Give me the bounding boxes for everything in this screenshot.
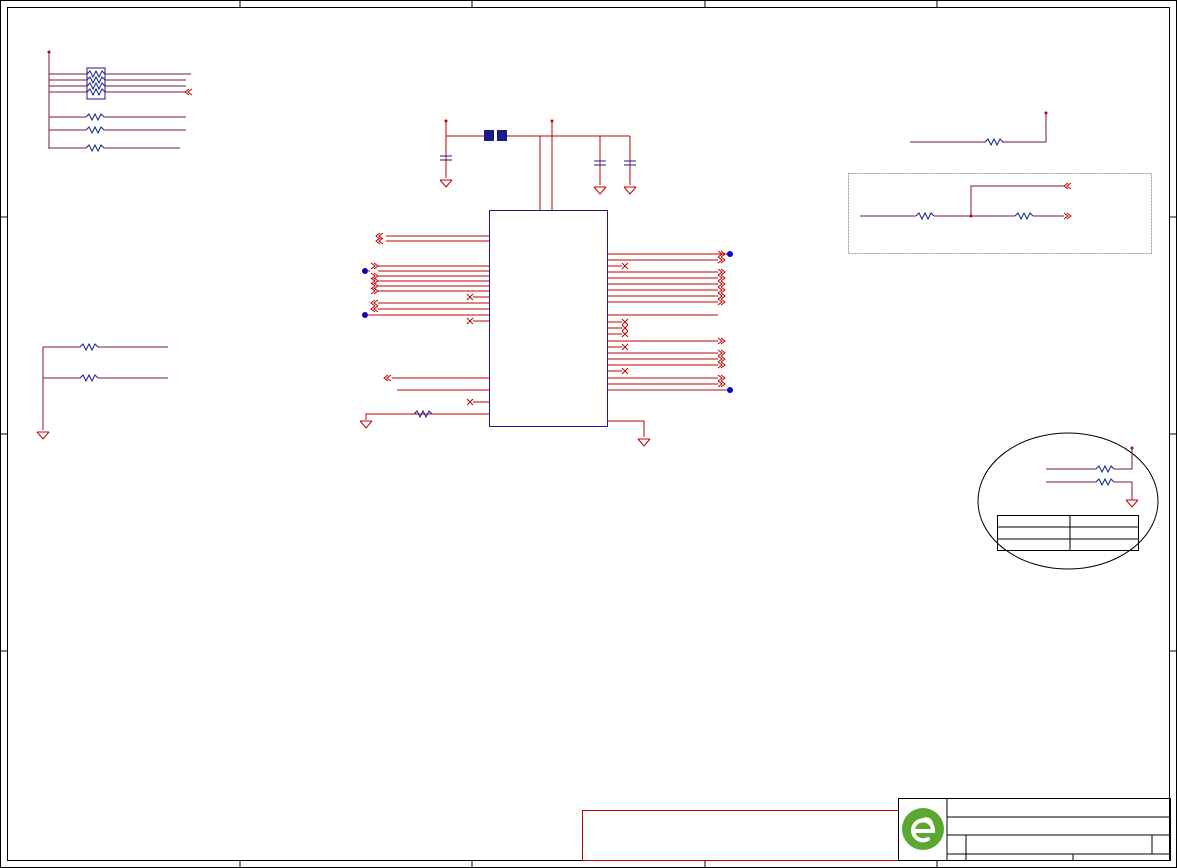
resistor-icon — [1014, 212, 1034, 220]
resistor-icon — [984, 138, 1004, 146]
main-ic — [489, 210, 608, 427]
resistor-icon — [85, 144, 105, 152]
ground-icon — [637, 438, 651, 447]
resistor-icon — [85, 113, 105, 121]
power-input-section — [439, 119, 637, 211]
ic-left-pins — [359, 232, 489, 429]
resistor-icon — [915, 212, 935, 220]
resistor-icon — [85, 126, 105, 134]
divider-box — [848, 173, 1152, 254]
pullup-top-right — [910, 111, 1048, 146]
strap-option-circle — [977, 432, 1159, 570]
junction-dot — [727, 387, 733, 393]
title-block — [898, 798, 1171, 861]
ic-body — [489, 210, 608, 427]
ic-right-pins — [607, 250, 733, 447]
revision-box — [582, 810, 899, 861]
resistor-network-top-left — [47, 50, 193, 152]
ground-icon — [1125, 499, 1139, 508]
ground-icon — [623, 186, 637, 195]
company-logo — [902, 808, 944, 850]
ground-icon — [359, 420, 373, 429]
resistor-icon — [79, 343, 99, 351]
resistor-icon — [1095, 478, 1115, 486]
ground-icon — [439, 179, 453, 188]
pull-resistors-left — [36, 343, 168, 440]
schematic-sheet — [0, 0, 1177, 868]
resistor-icon — [79, 374, 99, 382]
junction-dot — [727, 251, 733, 257]
resistor-icon — [1095, 465, 1115, 473]
ferrite-bead-icon — [484, 130, 494, 141]
strap-table — [997, 515, 1139, 551]
ground-icon — [36, 431, 50, 440]
ground-icon — [593, 186, 607, 195]
